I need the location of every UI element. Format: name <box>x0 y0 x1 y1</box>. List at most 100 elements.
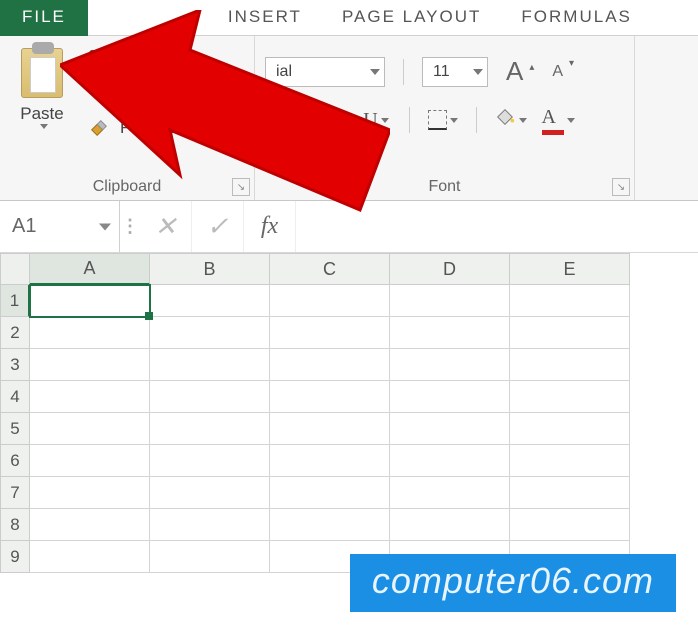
font-color-icon: A <box>542 106 564 135</box>
cell[interactable] <box>30 541 150 573</box>
cell[interactable] <box>510 509 630 541</box>
col-header-e[interactable]: E <box>510 253 630 285</box>
spreadsheet-grid[interactable]: A B C D E 1 2 3 4 5 6 7 8 9 <box>0 253 698 573</box>
select-all-corner[interactable] <box>0 253 30 285</box>
copy-dropdown-caret[interactable] <box>123 91 131 96</box>
tab-insert[interactable]: INSERT <box>208 0 322 35</box>
cell[interactable] <box>30 445 150 477</box>
cell[interactable] <box>30 413 150 445</box>
col-header-a[interactable]: A <box>30 253 150 285</box>
formula-bar: A1 ⋮ ✕ ✓ fx <box>0 201 698 253</box>
cell-a1[interactable] <box>30 285 150 317</box>
clipboard-dialog-launcher[interactable]: ↘ <box>232 178 250 196</box>
cell[interactable] <box>510 317 630 349</box>
fill-caret[interactable] <box>519 118 527 123</box>
cell[interactable] <box>390 317 510 349</box>
cell[interactable] <box>390 381 510 413</box>
cell[interactable] <box>510 381 630 413</box>
insert-function-button[interactable]: fx <box>244 201 296 252</box>
row-header[interactable]: 6 <box>0 445 30 477</box>
cell[interactable] <box>510 445 630 477</box>
cell[interactable] <box>270 285 390 317</box>
cell[interactable] <box>510 349 630 381</box>
font-name-combo[interactable]: ial <box>265 57 385 87</box>
cell[interactable] <box>150 477 270 509</box>
cell[interactable] <box>150 381 270 413</box>
enter-formula-button[interactable]: ✓ <box>192 201 244 252</box>
decrease-font-button[interactable]: A▾ <box>552 63 574 81</box>
cell[interactable] <box>390 509 510 541</box>
brush-icon <box>88 117 110 139</box>
tab-formulas[interactable]: FORMULAS <box>501 0 651 35</box>
row-header[interactable]: 5 <box>0 413 30 445</box>
fill-color-button[interactable] <box>495 105 525 135</box>
font-dialog-launcher[interactable]: ↘ <box>612 178 630 196</box>
cell[interactable] <box>270 477 390 509</box>
resize-handle[interactable]: ⋮ <box>120 216 140 237</box>
col-header-c[interactable]: C <box>270 253 390 285</box>
paste-dropdown-caret[interactable] <box>40 124 48 129</box>
cell[interactable] <box>270 381 390 413</box>
clipboard-group-label: Clipboard <box>0 174 254 198</box>
cell[interactable] <box>270 317 390 349</box>
row-header[interactable]: 7 <box>0 477 30 509</box>
cell[interactable] <box>390 413 510 445</box>
cell[interactable] <box>30 477 150 509</box>
paste-label: Paste <box>20 104 63 124</box>
cell[interactable] <box>510 285 630 317</box>
cut-button[interactable] <box>88 48 232 70</box>
col-header-b[interactable]: B <box>150 253 270 285</box>
cell[interactable] <box>30 317 150 349</box>
cell[interactable] <box>510 413 630 445</box>
cell[interactable] <box>390 285 510 317</box>
cell[interactable] <box>30 349 150 381</box>
formula-input[interactable] <box>296 201 698 252</box>
watermark: computer06.com <box>350 554 676 612</box>
underline-button[interactable]: U <box>361 105 391 135</box>
border-button[interactable] <box>428 105 458 135</box>
font-color-button[interactable]: A <box>543 105 573 135</box>
row-header[interactable]: 8 <box>0 509 30 541</box>
cell[interactable] <box>150 285 270 317</box>
font-size-combo[interactable]: 11 <box>422 57 488 87</box>
name-box[interactable]: A1 <box>0 201 120 252</box>
cell[interactable] <box>150 509 270 541</box>
paste-button[interactable]: Paste <box>10 42 74 139</box>
row-header[interactable]: 9 <box>0 541 30 573</box>
italic-button[interactable]: I <box>313 105 343 135</box>
cell[interactable] <box>510 477 630 509</box>
cell[interactable] <box>270 349 390 381</box>
tab-page-layout[interactable]: PAGE LAYOUT <box>322 0 501 35</box>
format-painter-button[interactable]: Format Painter <box>88 117 232 139</box>
cell[interactable] <box>150 413 270 445</box>
cell[interactable] <box>30 381 150 413</box>
cell[interactable] <box>30 509 150 541</box>
underline-caret[interactable] <box>381 118 389 123</box>
group-font: ial 11 A▴ A▾ B I U <box>255 36 635 200</box>
cell[interactable] <box>390 445 510 477</box>
font-name-value: ial <box>276 63 292 81</box>
cell[interactable] <box>150 541 270 573</box>
cell[interactable] <box>390 349 510 381</box>
cell[interactable] <box>150 349 270 381</box>
row-header[interactable]: 4 <box>0 381 30 413</box>
tab-spacer <box>88 0 208 35</box>
increase-font-button[interactable]: A▴ <box>506 56 534 87</box>
col-header-d[interactable]: D <box>390 253 510 285</box>
row-header[interactable]: 2 <box>0 317 30 349</box>
cell[interactable] <box>150 445 270 477</box>
copy-button[interactable] <box>88 80 232 107</box>
cell[interactable] <box>390 477 510 509</box>
cell[interactable] <box>270 509 390 541</box>
font-color-caret[interactable] <box>567 118 575 123</box>
cell[interactable] <box>150 317 270 349</box>
cell[interactable] <box>270 413 390 445</box>
font-group-label: Font <box>255 174 634 198</box>
bold-button[interactable]: B <box>265 105 295 135</box>
tab-file[interactable]: FILE <box>0 0 88 36</box>
border-caret[interactable] <box>450 118 458 123</box>
row-header[interactable]: 3 <box>0 349 30 381</box>
cell[interactable] <box>270 445 390 477</box>
cancel-formula-button[interactable]: ✕ <box>140 201 192 252</box>
row-header[interactable]: 1 <box>0 285 30 317</box>
